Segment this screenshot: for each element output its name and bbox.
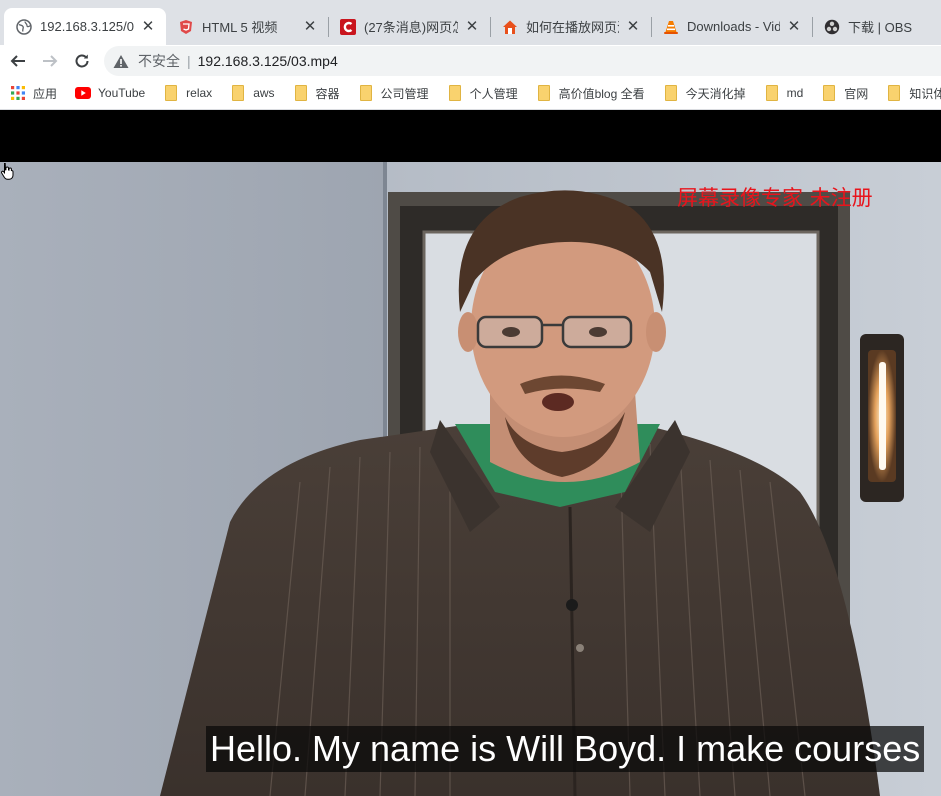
tab-title: 下载 | OBS xyxy=(848,20,913,35)
bookmark-digest-today[interactable]: 今天消化掉 xyxy=(663,85,746,102)
bookmark-label: 个人管理 xyxy=(469,86,518,101)
not-secure-warning-icon[interactable] xyxy=(112,53,130,69)
close-tab-icon[interactable]: ✕ xyxy=(625,18,641,35)
folder-icon xyxy=(447,85,463,101)
bookmark-label: 容器 xyxy=(315,86,340,101)
bookmark-label: 知识体系 xyxy=(909,86,941,101)
tab-csdn[interactable]: (27条消息)网页怎么 ✕ xyxy=(328,8,490,45)
bookmark-label: relax xyxy=(186,86,213,100)
bookmark-containers[interactable]: 容器 xyxy=(293,85,340,102)
arrow-left-icon xyxy=(10,55,25,67)
obs-logo-icon xyxy=(824,19,840,35)
bookmark-youtube[interactable]: YouTube xyxy=(75,85,145,101)
video-caption: Hello. My name is Will Boyd. I make cour… xyxy=(206,726,925,772)
video-player[interactable]: 屏幕录像专家 未注册 Hello. My name is Will Boyd. … xyxy=(0,110,941,796)
bookmark-label: 今天消化掉 xyxy=(685,86,746,101)
tab-stream-question[interactable]: 如何在播放网页流 ✕ xyxy=(490,8,651,45)
house-logo-icon xyxy=(502,19,518,35)
folder-icon xyxy=(886,85,902,101)
reload-icon xyxy=(75,54,89,68)
reload-button[interactable] xyxy=(66,47,98,75)
close-tab-icon[interactable]: ✕ xyxy=(302,18,318,35)
url-text[interactable]: 192.168.3.125/03.mp4 xyxy=(198,53,338,69)
folder-icon xyxy=(230,85,246,101)
tab-obs[interactable]: 下载 | OBS xyxy=(812,8,941,45)
bookmark-official-site[interactable]: 官网 xyxy=(821,85,868,102)
folder-icon xyxy=(163,85,179,101)
folder-icon xyxy=(821,85,837,101)
tab-title: HTML 5 视频 xyxy=(202,20,278,35)
bookmark-label: 高价值blog 全看 xyxy=(558,86,645,101)
bookmark-label: 官网 xyxy=(844,86,869,101)
tab-title: 如何在播放网页流 xyxy=(526,20,619,35)
globe-icon xyxy=(16,18,32,35)
bookmark-label: 公司管理 xyxy=(380,86,429,101)
tab-title: (27条消息)网页怎么 xyxy=(364,20,458,35)
tab-videolan[interactable]: Downloads - VideoLAN ✕ xyxy=(651,8,812,45)
csdn-logo-icon xyxy=(340,18,356,35)
folder-icon xyxy=(764,85,780,101)
tab-html5-video[interactable]: HTML 5 视频 ✕ xyxy=(166,8,328,45)
recorder-watermark: 屏幕录像专家 未注册 xyxy=(677,186,873,210)
security-label[interactable]: 不安全 xyxy=(138,51,180,71)
hand-cursor-icon xyxy=(0,163,14,180)
toolbar: 不安全 | 192.168.3.125/03.mp4 xyxy=(0,45,941,77)
tab-title: Downloads - VideoLAN xyxy=(687,19,780,34)
bookmarks-bar: 应用 YouTube relax aws 容器 公司管理 个人管理 高价值blo… xyxy=(0,77,941,110)
close-tab-icon[interactable]: ✕ xyxy=(786,18,802,35)
bookmark-label: 应用 xyxy=(33,86,58,101)
youtube-icon xyxy=(75,85,92,101)
tab-video[interactable]: 192.168.3.125/03.mp4 ✕ xyxy=(4,8,166,45)
arrow-right-icon xyxy=(43,55,58,67)
bookmark-label: aws xyxy=(253,86,275,100)
bookmark-md[interactable]: md xyxy=(764,85,804,101)
bookmark-label: YouTube xyxy=(98,86,146,100)
folder-icon xyxy=(358,85,374,101)
bookmark-aws[interactable]: aws xyxy=(230,85,275,101)
forward-button[interactable] xyxy=(34,47,66,75)
folder-icon xyxy=(663,85,679,101)
address-bar[interactable]: 不安全 | 192.168.3.125/03.mp4 xyxy=(104,46,941,76)
w3-logo-icon xyxy=(178,19,194,35)
bookmark-knowledge-system[interactable]: 知识体系 xyxy=(886,85,941,102)
video-frame[interactable]: 屏幕录像专家 未注册 Hello. My name is Will Boyd. … xyxy=(0,162,941,796)
bookmark-label: md xyxy=(786,86,804,100)
close-tab-icon[interactable]: ✕ xyxy=(464,18,480,35)
security-separator: | xyxy=(187,53,191,69)
bookmark-apps[interactable]: 应用 xyxy=(10,85,57,102)
video-scene-image xyxy=(0,162,941,796)
bookmark-company-management[interactable]: 公司管理 xyxy=(358,85,429,102)
bookmark-relax[interactable]: relax xyxy=(163,85,212,101)
bookmark-personal-management[interactable]: 个人管理 xyxy=(447,85,518,102)
folder-icon xyxy=(293,85,309,101)
vlc-cone-icon xyxy=(663,19,679,35)
close-tab-icon[interactable]: ✕ xyxy=(140,18,156,35)
apps-grid-icon xyxy=(10,85,26,101)
tab-title: 192.168.3.125/03.mp4 xyxy=(40,19,134,34)
back-button[interactable] xyxy=(2,47,34,75)
bookmark-high-value-blog[interactable]: 高价值blog 全看 xyxy=(536,85,645,102)
folder-icon xyxy=(536,85,552,101)
tab-strip: 192.168.3.125/03.mp4 ✕ HTML 5 视频 ✕ (27条消… xyxy=(0,0,941,45)
